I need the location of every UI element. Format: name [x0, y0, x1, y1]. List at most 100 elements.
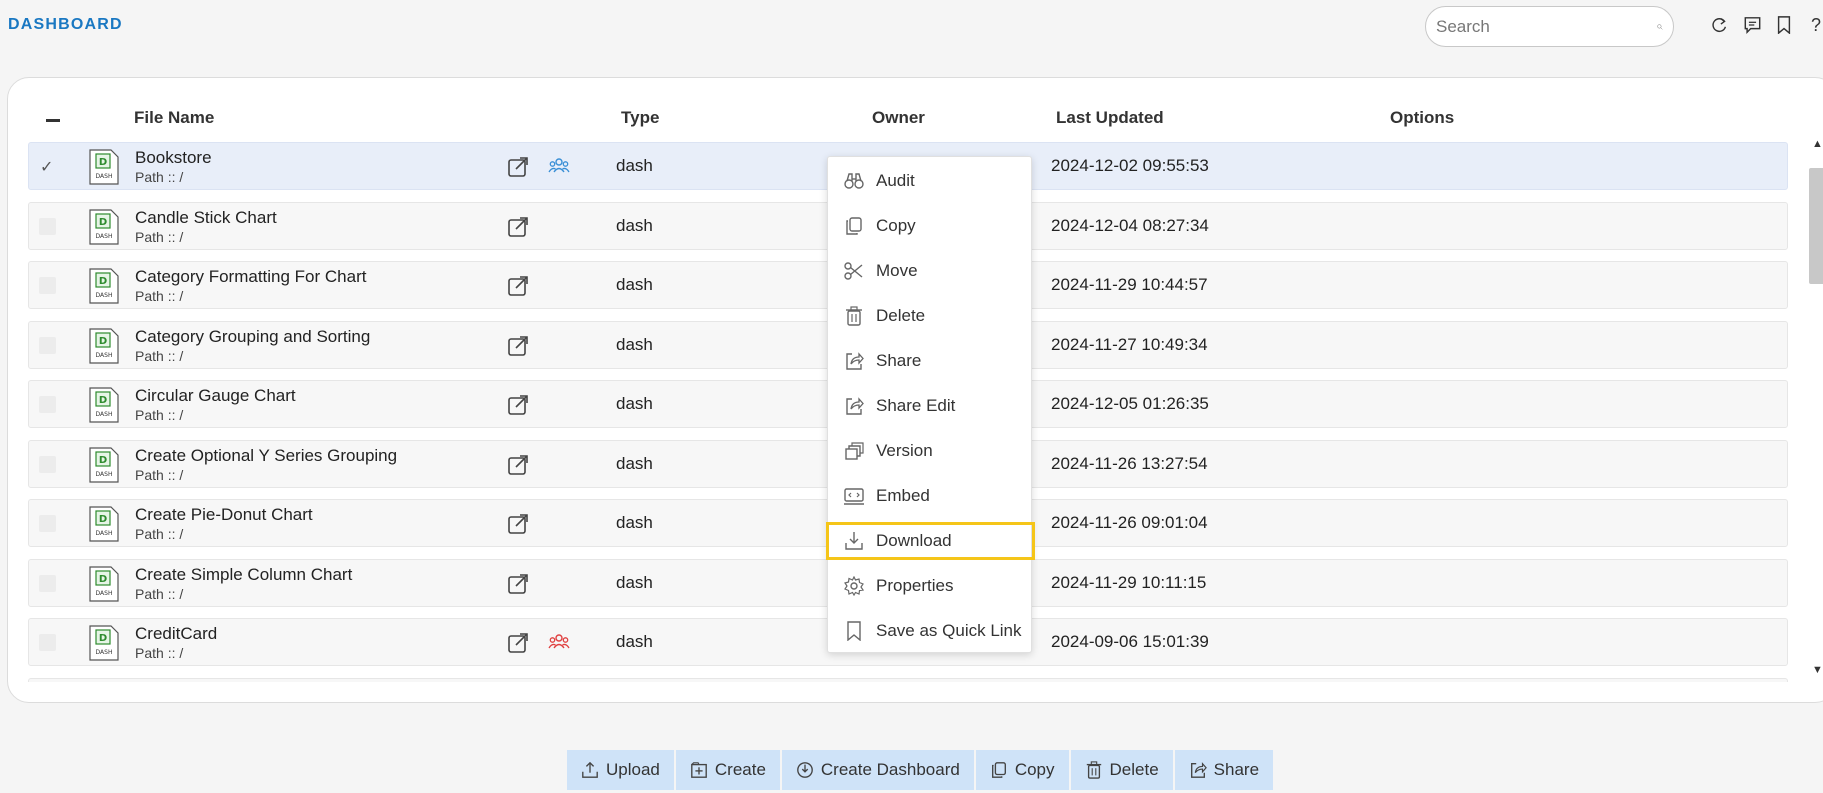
open-in-new-icon[interactable]: [507, 632, 529, 654]
file-path: Path :: /: [135, 467, 184, 483]
column-file-name[interactable]: File Name: [134, 108, 214, 128]
svg-text:D: D: [99, 336, 107, 347]
row-checkbox[interactable]: [39, 277, 56, 294]
file-last-updated: 2024-12-02 09:55:53: [1051, 156, 1209, 175]
file-name[interactable]: Create Optional Y Series Grouping: [135, 446, 397, 466]
menu-item-label: Audit: [876, 171, 915, 190]
row-checkbox[interactable]: [39, 218, 56, 235]
open-in-new-icon[interactable]: [507, 216, 529, 238]
create-button[interactable]: Create: [675, 750, 780, 790]
file-name[interactable]: CreditCard: [135, 624, 217, 644]
file-name[interactable]: Category Grouping and Sorting: [135, 327, 370, 347]
file-name[interactable]: Candle Stick Chart: [135, 208, 277, 228]
menu-item-label: Share: [876, 351, 922, 370]
row-checkbox[interactable]: [39, 337, 56, 354]
file-name[interactable]: Bookstore: [135, 148, 212, 168]
open-in-new-icon[interactable]: [507, 156, 529, 178]
row-checkbox[interactable]: [39, 575, 56, 592]
shared-users-icon[interactable]: [548, 632, 570, 652]
file-type: dash: [616, 156, 653, 175]
open-in-new-icon[interactable]: [507, 573, 529, 595]
scrollbar-thumb[interactable]: [1809, 168, 1823, 284]
menu-item-audit[interactable]: Audit: [828, 162, 1033, 200]
menu-item-copy[interactable]: Copy: [828, 207, 1033, 245]
row-checkbox[interactable]: [39, 515, 56, 532]
file-last-updated: 2024-11-26 09:01:04: [1051, 513, 1208, 532]
menu-item-embed[interactable]: Embed: [828, 477, 1033, 515]
search-icon[interactable]: [1657, 18, 1663, 36]
file-name[interactable]: Create Simple Column Chart: [135, 565, 352, 585]
delete-label: Delete: [1109, 760, 1159, 779]
search-input[interactable]: [1436, 16, 1657, 37]
table-row[interactable]: [28, 678, 1788, 682]
file-type: dash: [616, 394, 653, 413]
open-in-new-icon[interactable]: [507, 275, 529, 297]
file-type: dash: [616, 216, 653, 235]
help-icon[interactable]: ?: [1806, 14, 1823, 36]
row-checkbox[interactable]: [39, 634, 56, 651]
dashboard-file-icon: D DASH: [89, 387, 119, 423]
column-type[interactable]: Type: [621, 108, 659, 128]
dashboard-file-icon: D DASH: [89, 149, 119, 185]
create-dashboard-button[interactable]: Create Dashboard: [781, 750, 974, 790]
file-path: Path :: /: [135, 526, 184, 542]
menu-item-share[interactable]: Share: [828, 342, 1033, 380]
file-name[interactable]: Circular Gauge Chart: [135, 386, 296, 406]
share-button[interactable]: Share: [1174, 750, 1274, 790]
row-checkbox[interactable]: [39, 396, 56, 413]
select-all-checkbox[interactable]: [46, 119, 60, 122]
menu-item-delete[interactable]: Delete: [828, 297, 1033, 335]
bookmark-icon[interactable]: [1774, 14, 1794, 36]
open-in-new-icon[interactable]: [507, 513, 529, 535]
shared-users-icon[interactable]: [548, 156, 570, 176]
delete-button[interactable]: Delete: [1070, 750, 1173, 790]
svg-text:DASH: DASH: [96, 173, 113, 180]
column-owner[interactable]: Owner: [872, 108, 925, 128]
menu-item-move[interactable]: Move: [828, 252, 1033, 290]
open-in-new-icon[interactable]: [507, 335, 529, 357]
share-label: Share: [1213, 760, 1260, 779]
upload-icon: [582, 761, 598, 778]
column-last-updated[interactable]: Last Updated: [1056, 108, 1164, 128]
menu-item-save-quick-link[interactable]: Save as Quick Link: [828, 612, 1033, 650]
share-edit-icon: [846, 397, 864, 415]
svg-text:DASH: DASH: [96, 649, 113, 656]
file-type: dash: [616, 573, 653, 592]
file-last-updated: 2024-12-04 08:27:34: [1051, 216, 1209, 235]
file-type: dash: [616, 632, 653, 651]
copy-icon: [846, 217, 862, 235]
svg-text:DASH: DASH: [96, 352, 113, 359]
menu-item-version[interactable]: Version: [828, 432, 1033, 470]
row-checkbox[interactable]: [39, 456, 56, 473]
file-last-updated: 2024-11-29 10:44:57: [1051, 275, 1208, 294]
dashboard-file-icon: D DASH: [89, 447, 119, 483]
row-checkmark-icon[interactable]: ✓: [40, 157, 53, 177]
file-path: Path :: /: [135, 169, 184, 185]
file-last-updated: 2024-11-26 13:27:54: [1051, 454, 1208, 473]
vertical-scrollbar[interactable]: ▲ ▼: [1808, 138, 1823, 678]
file-path: Path :: /: [135, 229, 184, 245]
bottom-toolbar: Upload Create Create Dashboard Copy Dele…: [567, 750, 1274, 790]
menu-item-share-edit[interactable]: Share Edit: [828, 387, 1033, 425]
menu-item-properties[interactable]: Properties: [828, 567, 1033, 605]
copy-button[interactable]: Copy: [975, 750, 1069, 790]
app-title[interactable]: DASHBOARD: [8, 16, 123, 34]
open-in-new-icon[interactable]: [507, 454, 529, 476]
refresh-icon[interactable]: [1710, 14, 1730, 36]
menu-item-download[interactable]: Download: [826, 522, 1035, 560]
menu-item-label: Properties: [876, 576, 954, 595]
file-name[interactable]: Category Formatting For Chart: [135, 267, 366, 287]
search-box[interactable]: [1425, 6, 1674, 47]
file-name[interactable]: Create Pie-Donut Chart: [135, 505, 313, 525]
file-type: dash: [616, 513, 653, 532]
open-in-new-icon[interactable]: [507, 394, 529, 416]
scroll-down-icon[interactable]: ▼: [1812, 664, 1823, 676]
share-icon: [846, 352, 864, 370]
scroll-up-icon[interactable]: ▲: [1812, 138, 1823, 150]
trash-icon: [846, 306, 862, 326]
copy-icon: [991, 762, 1006, 778]
upload-button[interactable]: Upload: [567, 750, 674, 790]
comment-icon[interactable]: [1742, 14, 1762, 36]
dashboard-file-icon: D DASH: [89, 566, 119, 602]
menu-item-label: Copy: [876, 216, 916, 235]
